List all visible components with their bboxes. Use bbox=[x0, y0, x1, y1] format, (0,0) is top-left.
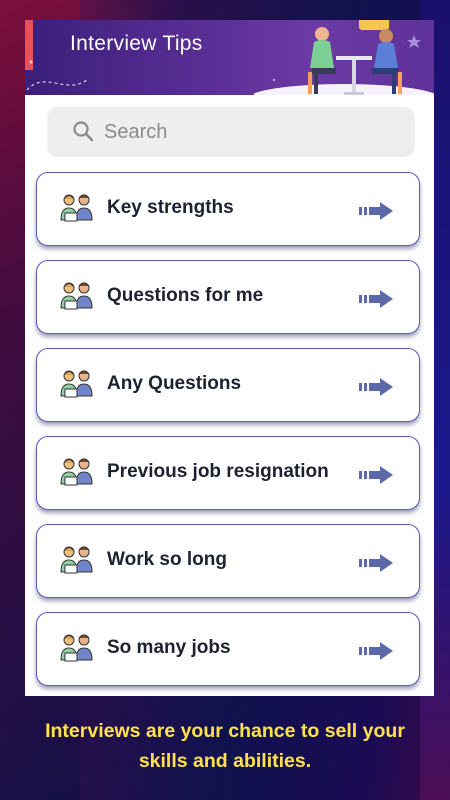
arrow-right-icon bbox=[359, 554, 393, 572]
list-item-label: Work so long bbox=[107, 549, 227, 570]
interview-people-icon bbox=[60, 194, 93, 222]
list-item-label: Questions for me bbox=[107, 285, 264, 306]
list-item[interactable]: Work so long bbox=[36, 524, 420, 598]
decorative-dashes bbox=[26, 60, 88, 91]
list-item-label: Key strengths bbox=[107, 197, 234, 218]
search-icon bbox=[73, 121, 94, 142]
page-title: Interview Tips bbox=[70, 32, 203, 55]
search-bar[interactable] bbox=[48, 107, 414, 155]
list-item-label: Previous job resignation bbox=[107, 461, 329, 482]
arrow-right-icon bbox=[359, 378, 393, 396]
promo-caption-line2: skills and abilities. bbox=[138, 750, 312, 772]
list-item[interactable]: Key strengths bbox=[36, 172, 420, 246]
tips-list: Key strengths Questions for me Any Quest… bbox=[36, 172, 422, 696]
app-screen: Interview Tips Search Key strengths Ques… bbox=[25, 20, 434, 696]
promo-caption: Interviews are your chance to sell your … bbox=[0, 716, 450, 776]
interview-people-icon bbox=[60, 634, 93, 662]
arrow-right-icon bbox=[359, 642, 393, 660]
arrow-right-icon bbox=[359, 202, 393, 220]
list-item-label: Any Questions bbox=[107, 373, 242, 394]
interview-people-icon bbox=[60, 370, 93, 398]
search-input[interactable] bbox=[102, 115, 396, 149]
interview-people-icon bbox=[60, 282, 93, 310]
interview-illustration bbox=[254, 20, 434, 95]
list-item[interactable]: So many jobs bbox=[36, 612, 420, 686]
interview-people-icon bbox=[60, 546, 93, 574]
arrow-right-icon bbox=[359, 290, 393, 308]
list-item[interactable]: Previous job resignation bbox=[36, 436, 420, 510]
header: Interview Tips bbox=[25, 20, 434, 95]
interview-people-icon bbox=[60, 458, 93, 486]
arrow-right-icon bbox=[359, 466, 393, 484]
list-item[interactable]: Questions for me bbox=[36, 260, 420, 334]
promo-caption-line1: Interviews are your chance to sell your bbox=[45, 720, 405, 742]
list-item-label: So many jobs bbox=[107, 637, 231, 658]
list-item[interactable]: Any Questions bbox=[36, 348, 420, 422]
